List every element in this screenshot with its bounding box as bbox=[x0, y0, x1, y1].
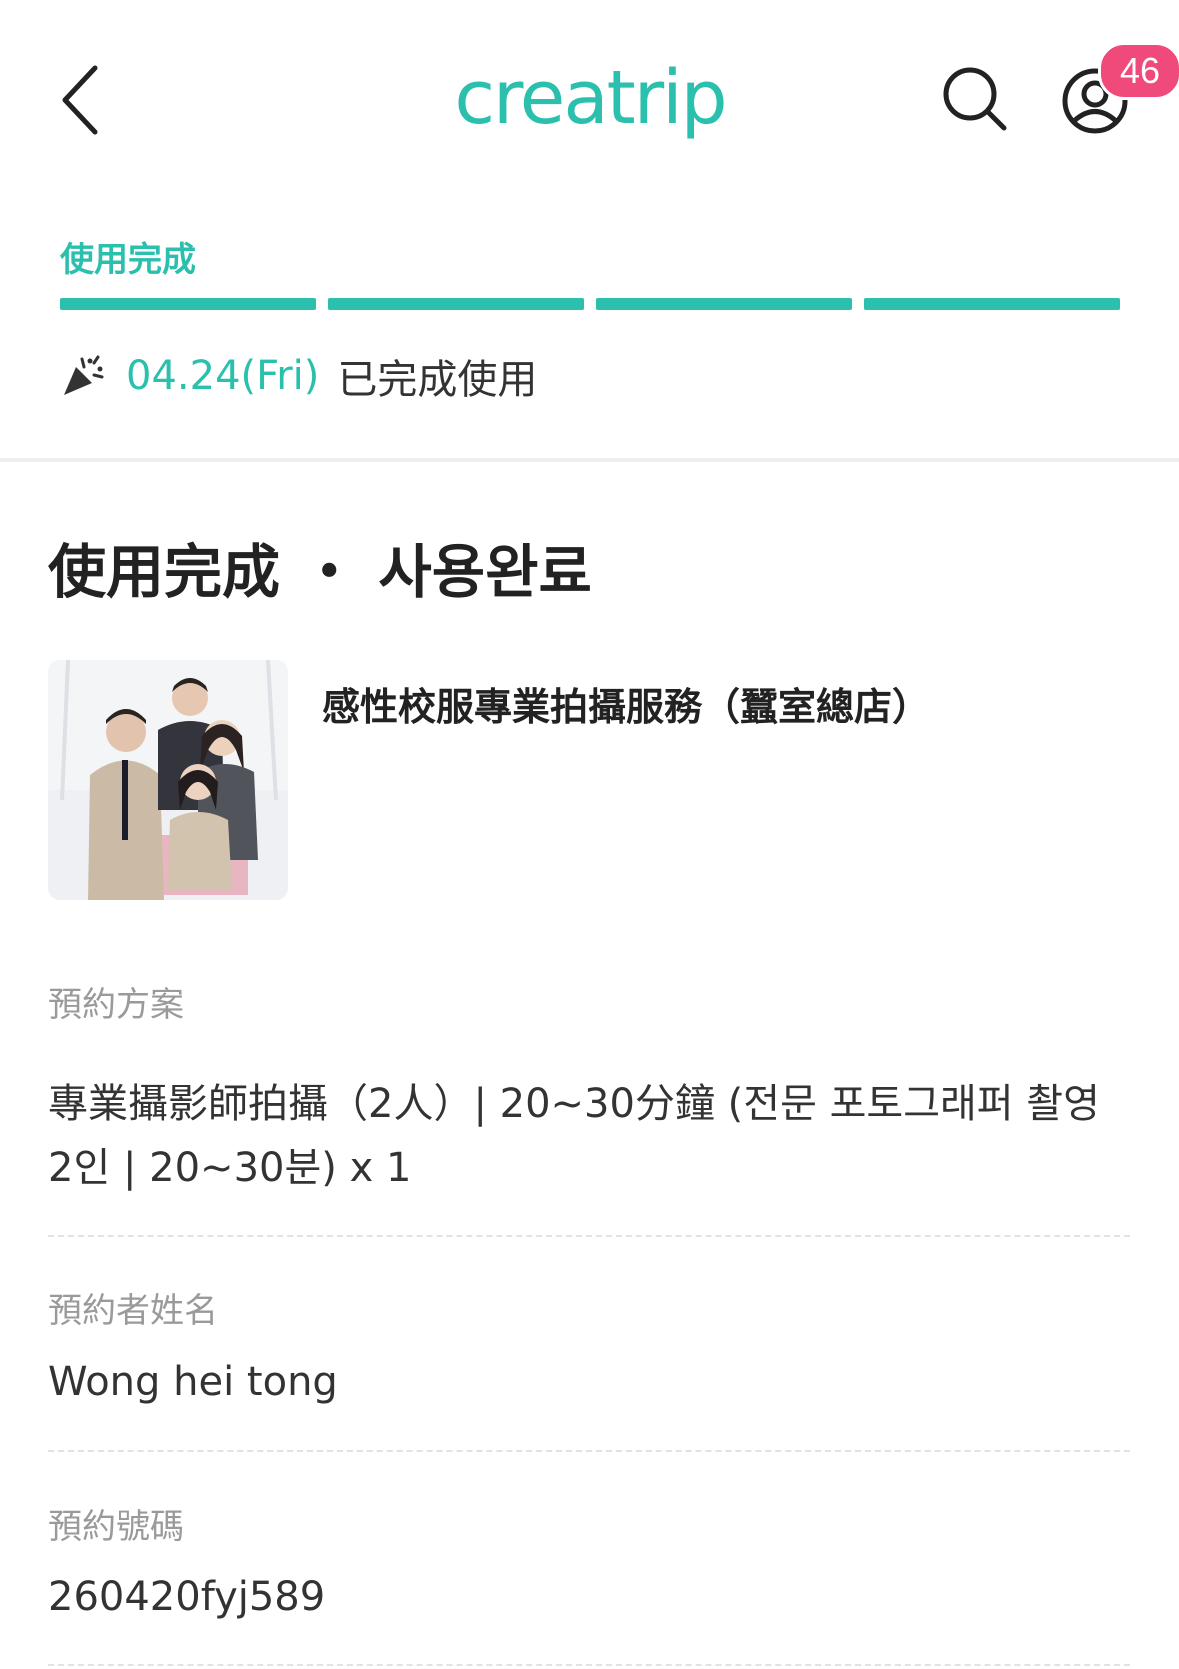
search-icon bbox=[943, 67, 1007, 131]
search-button[interactable] bbox=[940, 64, 1010, 134]
progress-step bbox=[596, 298, 852, 310]
back-button[interactable] bbox=[55, 60, 115, 140]
chevron-left-icon bbox=[62, 65, 98, 135]
progress-step bbox=[864, 298, 1120, 310]
booking-number-label: 預約號碼 bbox=[48, 1507, 184, 1547]
field-divider bbox=[48, 1664, 1130, 1666]
field-divider bbox=[48, 1450, 1130, 1452]
completion-date: 04.24(Fri) bbox=[126, 353, 320, 399]
progress-step bbox=[60, 298, 316, 310]
booker-name-value: Wong hei tong bbox=[48, 1359, 338, 1405]
booking-plan-label: 預約方案 bbox=[48, 985, 184, 1025]
progress-bar bbox=[60, 298, 1120, 310]
booking-number-value: 260420fyj589 bbox=[48, 1574, 326, 1620]
booking-status-title: 使用完成 ・ 사용완료 bbox=[48, 538, 592, 606]
status-step-label: 使用完成 bbox=[60, 240, 196, 280]
section-divider bbox=[0, 458, 1179, 462]
progress-step bbox=[328, 298, 584, 310]
notification-badge: 46 bbox=[1098, 42, 1179, 100]
booking-plan-value: 專業攝影師拍攝（2人）| 20~30分鐘 (전문 포토그래퍼 촬영 2인 | 2… bbox=[48, 1081, 1100, 1191]
completion-text: 已完成使用 bbox=[337, 357, 538, 403]
completion-date-line: 04.24(Fri) 已完成使用 bbox=[60, 348, 537, 404]
product-name[interactable]: 感性校服專業拍攝服務（蠶室總店） bbox=[322, 676, 1142, 731]
product-thumbnail[interactable] bbox=[48, 660, 288, 900]
product-photo bbox=[48, 660, 288, 900]
booker-name-label: 預約者姓名 bbox=[48, 1291, 218, 1331]
creatrip-logo[interactable]: creatrip bbox=[420, 48, 760, 148]
party-popper-icon bbox=[64, 355, 104, 395]
field-divider bbox=[48, 1235, 1130, 1237]
top-app-bar: creatrip 46 bbox=[0, 0, 1179, 200]
